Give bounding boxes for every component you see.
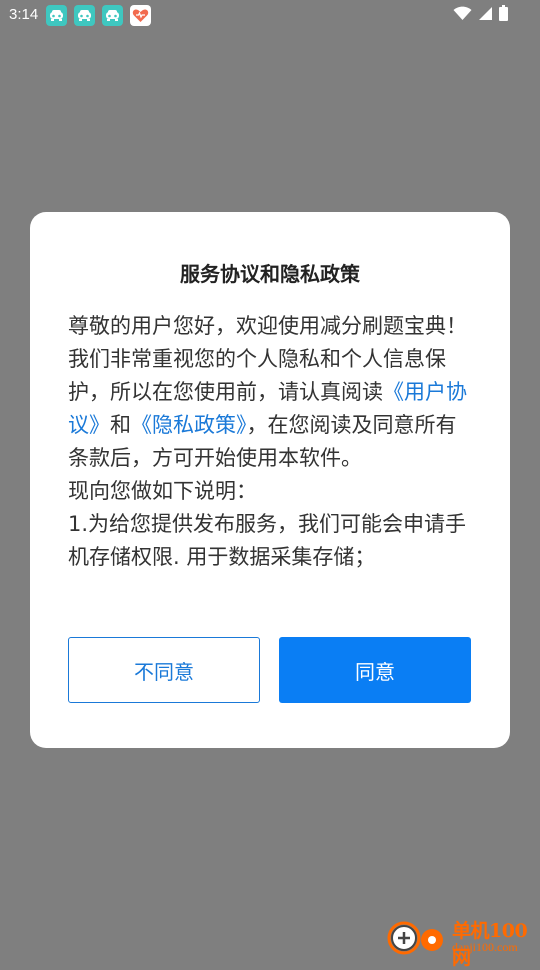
site-watermark: 单机100网 danji100.com [386, 914, 538, 969]
heart-app-icon [130, 5, 151, 26]
watermark-logo-icon [387, 921, 443, 955]
explanation-item-1: 1.为给您提供发布服务，我们可能会申请手机存储权限. 用于数据采集存储； [68, 512, 467, 569]
status-bar: 3:14 [0, 0, 540, 32]
app-icon [46, 5, 67, 26]
wifi-icon [453, 6, 472, 25]
privacy-dialog: 服务协议和隐私政策 尊敬的用户您好，欢迎使用减分刷题宝典！我们非常重视您的个人隐… [30, 212, 510, 748]
notification-icons [46, 5, 151, 26]
signal-icon [478, 6, 493, 25]
dialog-title: 服务协议和隐私政策 [180, 262, 360, 286]
status-time: 3:14 [9, 6, 39, 23]
app-icon [74, 5, 95, 26]
system-icons [453, 5, 508, 25]
app-icon [102, 5, 123, 26]
explanation-heading: 现向您做如下说明： [68, 479, 257, 503]
disagree-button[interactable]: 不同意 [68, 637, 260, 703]
conjunction-text: 和 [110, 413, 131, 437]
agree-button[interactable]: 同意 [279, 637, 471, 703]
watermark-site-url: danji100.com [452, 940, 518, 954]
dialog-body[interactable]: 尊敬的用户您好，欢迎使用减分刷题宝典！我们非常重视您的个人隐私和个人信息保护，所… [68, 310, 476, 610]
battery-icon [499, 5, 508, 25]
privacy-policy-link[interactable]: 《隐私政策》 [131, 413, 247, 437]
intro-paragraph: 尊敬的用户您好，欢迎使用减分刷题宝典！我们非常重视您的个人隐私和个人信息保护，所… [68, 310, 476, 475]
